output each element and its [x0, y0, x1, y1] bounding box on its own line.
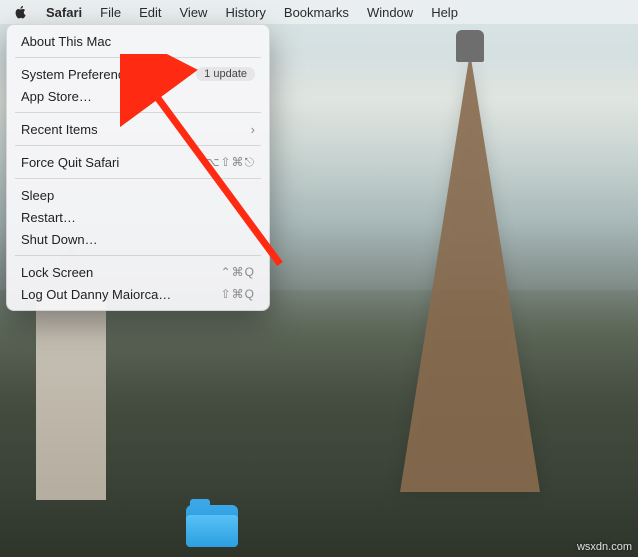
menubar-help[interactable]: Help: [431, 5, 458, 20]
menu-label: Restart…: [21, 210, 76, 225]
menu-label: Log Out Danny Maiorca…: [21, 287, 171, 302]
menu-shut-down[interactable]: Shut Down…: [7, 228, 269, 250]
menu-label: Recent Items: [21, 122, 98, 137]
bg-spire: [400, 52, 540, 492]
bg-tower: [36, 290, 106, 500]
menu-label: Sleep: [21, 188, 54, 203]
menu-separator: [15, 145, 261, 146]
menu-system-preferences[interactable]: System Preferences… 1 update: [7, 63, 269, 85]
menubar-bookmarks[interactable]: Bookmarks: [284, 5, 349, 20]
menu-about-mac[interactable]: About This Mac: [7, 30, 269, 52]
menubar-window[interactable]: Window: [367, 5, 413, 20]
menu-label: Lock Screen: [21, 265, 93, 280]
menu-shortcut: ⇧⌘Q: [221, 287, 255, 301]
apple-menu: About This Mac System Preferences… 1 upd…: [6, 24, 270, 311]
menubar-file[interactable]: File: [100, 5, 121, 20]
menu-app-store[interactable]: App Store…: [7, 85, 269, 107]
menu-label: About This Mac: [21, 34, 111, 49]
menu-force-quit[interactable]: Force Quit Safari ⌥⇧⌘⎋: [7, 151, 269, 173]
menubar: Safari File Edit View History Bookmarks …: [0, 0, 638, 24]
menubar-view[interactable]: View: [180, 5, 208, 20]
menu-separator: [15, 178, 261, 179]
folder-icon: [186, 515, 238, 547]
menu-lock-screen[interactable]: Lock Screen ⌃⌘Q: [7, 261, 269, 283]
menu-restart[interactable]: Restart…: [7, 206, 269, 228]
menu-separator: [15, 255, 261, 256]
menubar-history[interactable]: History: [225, 5, 265, 20]
menu-recent-items[interactable]: Recent Items ›: [7, 118, 269, 140]
menubar-app[interactable]: Safari: [46, 5, 82, 20]
bg-spire-cap: [456, 30, 484, 62]
menu-shortcut: ⌥⇧⌘⎋: [206, 155, 255, 170]
menubar-edit[interactable]: Edit: [139, 5, 161, 20]
menu-label: App Store…: [21, 89, 92, 104]
watermark: wsxdn.com: [577, 541, 632, 553]
menu-separator: [15, 112, 261, 113]
chevron-right-icon: ›: [251, 122, 255, 137]
dock-folder[interactable]: [186, 505, 238, 547]
apple-logo-icon[interactable]: [14, 5, 28, 19]
menu-log-out[interactable]: Log Out Danny Maiorca… ⇧⌘Q: [7, 283, 269, 305]
menu-separator: [15, 57, 261, 58]
menu-label: System Preferences…: [21, 67, 151, 82]
desktop: Safari File Edit View History Bookmarks …: [0, 0, 638, 557]
menu-label: Force Quit Safari: [21, 155, 119, 170]
menu-label: Shut Down…: [21, 232, 98, 247]
update-badge: 1 update: [196, 67, 255, 81]
menu-shortcut: ⌃⌘Q: [221, 265, 255, 279]
menu-sleep[interactable]: Sleep: [7, 184, 269, 206]
